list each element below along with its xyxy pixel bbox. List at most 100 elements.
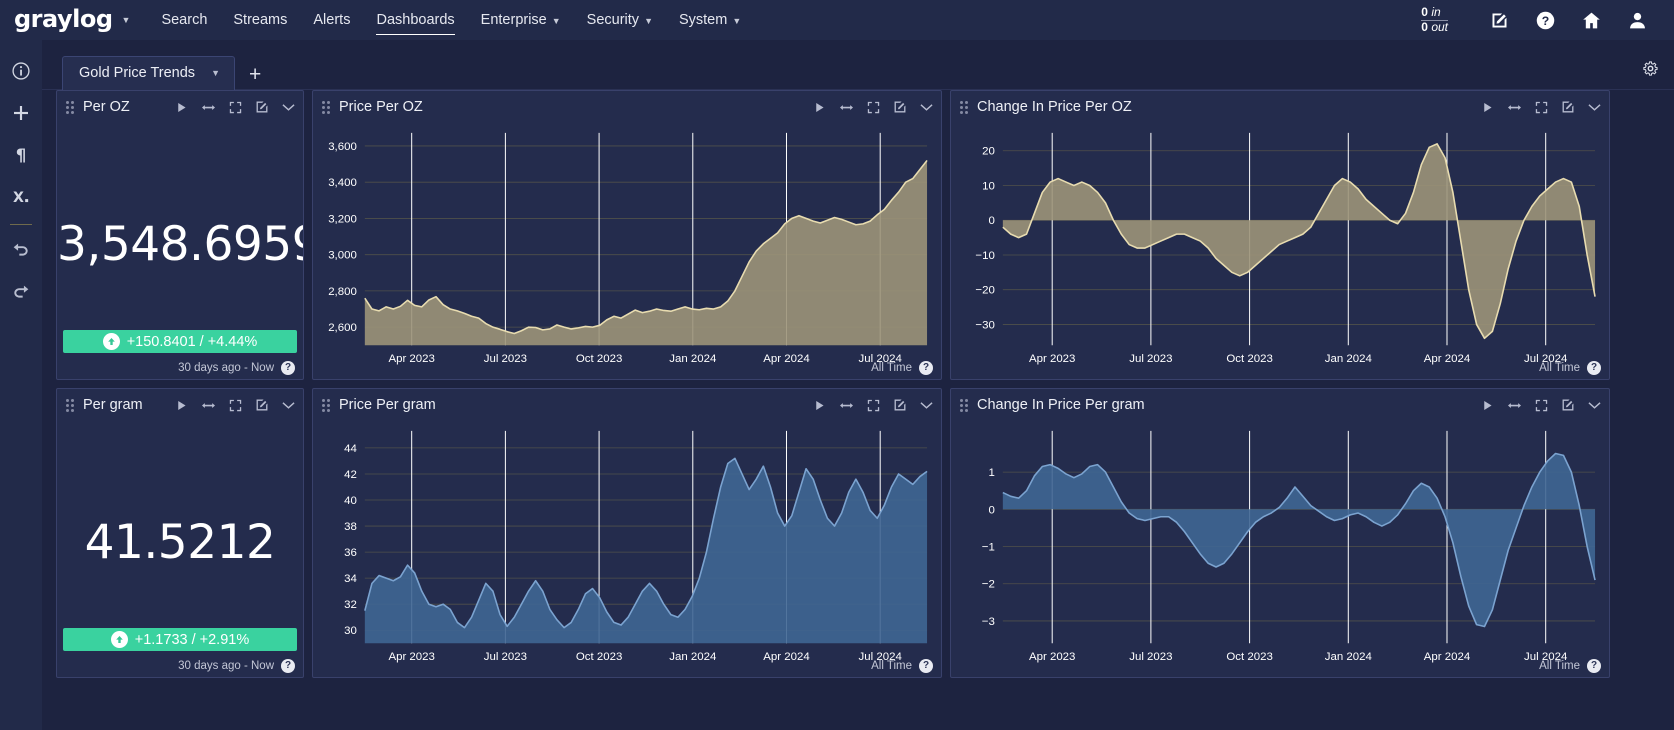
fullscreen-icon[interactable] bbox=[229, 399, 242, 412]
nav-item-search[interactable]: Search bbox=[148, 2, 220, 38]
widget-actions bbox=[813, 100, 933, 114]
edit-icon[interactable] bbox=[1561, 100, 1575, 114]
help-icon[interactable]: ? bbox=[281, 361, 295, 375]
info-icon[interactable] bbox=[0, 50, 42, 92]
widget-actions bbox=[1481, 398, 1601, 412]
widget-footer: All Time ? bbox=[1539, 659, 1601, 673]
edit-icon[interactable] bbox=[893, 100, 907, 114]
play-icon[interactable] bbox=[1481, 399, 1494, 412]
drag-handle-icon[interactable] bbox=[322, 100, 330, 114]
area-chart-price-per-gram[interactable]: 30 32 34 36 38 40 42 44 Apr 2023 Jul 2023 Oct 2023… bbox=[313, 421, 941, 677]
chevron-down-icon[interactable]: ▼ bbox=[122, 15, 131, 25]
chart-body: 30 32 34 36 38 40 42 44 Apr 2023 Jul 2023 Oct 2023… bbox=[313, 421, 941, 677]
help-icon[interactable]: ? bbox=[919, 361, 933, 375]
edit-icon[interactable] bbox=[255, 398, 269, 412]
fullscreen-icon[interactable] bbox=[867, 399, 880, 412]
drag-handle-icon[interactable] bbox=[66, 100, 74, 114]
edit-icon[interactable] bbox=[1561, 398, 1575, 412]
user-icon[interactable] bbox=[1614, 0, 1660, 40]
resize-horizontal-icon[interactable] bbox=[201, 101, 216, 114]
fullscreen-icon[interactable] bbox=[1535, 101, 1548, 114]
help-icon[interactable]: ? bbox=[1522, 0, 1568, 40]
svg-text:−3: −3 bbox=[982, 616, 995, 628]
x-subscript-icon[interactable]: X bbox=[0, 176, 42, 218]
svg-text:20: 20 bbox=[982, 146, 995, 158]
svg-text:Apr 2024: Apr 2024 bbox=[763, 651, 810, 663]
chevron-down-icon[interactable] bbox=[1588, 401, 1601, 410]
svg-text:38: 38 bbox=[344, 521, 357, 533]
play-icon[interactable] bbox=[813, 101, 826, 114]
nav-item-security[interactable]: Security ▼ bbox=[574, 2, 666, 38]
svg-text:36: 36 bbox=[344, 547, 357, 559]
nav-label: Alerts bbox=[313, 12, 351, 28]
resize-horizontal-icon[interactable] bbox=[1507, 101, 1522, 114]
dashboard-tabbar: Gold Price Trends ▼ + bbox=[42, 40, 1674, 90]
nav-label: Search bbox=[161, 12, 208, 28]
svg-text:10: 10 bbox=[982, 181, 995, 193]
area-chart-change-in-price-per-oz[interactable]: −30 −20 −10 0 10 20 Apr 2023 Jul 2023 Oct 2023 Ja… bbox=[951, 123, 1609, 379]
drag-handle-icon[interactable] bbox=[960, 100, 968, 114]
play-icon[interactable] bbox=[1481, 101, 1494, 114]
play-icon[interactable] bbox=[813, 399, 826, 412]
add-icon[interactable] bbox=[0, 92, 42, 134]
drag-handle-icon[interactable] bbox=[66, 398, 74, 412]
chevron-down-icon[interactable]: ▼ bbox=[211, 68, 220, 78]
resize-horizontal-icon[interactable] bbox=[1507, 399, 1522, 412]
timerange-label: All Time bbox=[871, 660, 912, 672]
help-icon[interactable]: ? bbox=[919, 659, 933, 673]
redo-icon[interactable] bbox=[0, 271, 42, 313]
throughput-indicator[interactable]: 0 in 0 out bbox=[1421, 4, 1448, 35]
drag-handle-icon[interactable] bbox=[960, 398, 968, 412]
chevron-down-icon[interactable] bbox=[282, 103, 295, 112]
nav-item-enterprise[interactable]: Enterprise ▼ bbox=[468, 2, 574, 38]
drag-handle-icon[interactable] bbox=[322, 398, 330, 412]
trend-badge: +150.8401 / +4.44% bbox=[63, 330, 297, 353]
fullscreen-icon[interactable] bbox=[867, 101, 880, 114]
edit-icon[interactable] bbox=[1476, 0, 1522, 40]
widget-price-per-gram: Price Per gram 30 32 34 36 38 40 42 44 Apr 2023 J… bbox=[312, 388, 942, 678]
chevron-down-icon[interactable] bbox=[282, 401, 295, 410]
play-icon[interactable] bbox=[175, 101, 188, 114]
dashboard-grid: Per OZ 3,548.6959 +150.8401 / +4.44% 30 … bbox=[56, 90, 1666, 682]
edit-icon[interactable] bbox=[255, 100, 269, 114]
pilcrow-icon[interactable]: ¶ bbox=[0, 134, 42, 176]
undo-icon[interactable] bbox=[0, 229, 42, 271]
svg-text:Jul 2023: Jul 2023 bbox=[484, 353, 527, 365]
widget-footer: All Time ? bbox=[871, 361, 933, 375]
nav-item-dashboards[interactable]: Dashboards bbox=[363, 2, 467, 38]
svg-text:−2: −2 bbox=[982, 579, 995, 591]
svg-text:Jul 2023: Jul 2023 bbox=[1129, 651, 1172, 663]
help-icon[interactable]: ? bbox=[281, 659, 295, 673]
add-tab-button[interactable]: + bbox=[235, 64, 275, 89]
chevron-down-icon[interactable] bbox=[920, 401, 933, 410]
area-chart-price-per-oz[interactable]: 2,600 2,800 3,000 3,200 3,400 3,600 Apr 2023 Ju… bbox=[313, 123, 941, 379]
gear-icon[interactable] bbox=[1641, 59, 1660, 83]
widget-footer: All Time ? bbox=[871, 659, 933, 673]
fullscreen-icon[interactable] bbox=[229, 101, 242, 114]
svg-text:Apr 2024: Apr 2024 bbox=[763, 353, 810, 365]
chevron-down-icon[interactable] bbox=[920, 103, 933, 112]
widget-header: Change In Price Per OZ bbox=[951, 91, 1609, 123]
tab-gold-price-trends[interactable]: Gold Price Trends ▼ bbox=[62, 56, 235, 90]
play-icon[interactable] bbox=[175, 399, 188, 412]
home-icon[interactable] bbox=[1568, 0, 1614, 40]
svg-text:Jul 2023: Jul 2023 bbox=[1129, 353, 1172, 365]
nav-item-alerts[interactable]: Alerts bbox=[300, 2, 363, 38]
resize-horizontal-icon[interactable] bbox=[201, 399, 216, 412]
throughput-in-label: in bbox=[1431, 4, 1441, 19]
widget-footer: All Time ? bbox=[1539, 361, 1601, 375]
help-icon[interactable]: ? bbox=[1587, 361, 1601, 375]
edit-icon[interactable] bbox=[893, 398, 907, 412]
svg-text:Jan 2024: Jan 2024 bbox=[669, 353, 717, 365]
fullscreen-icon[interactable] bbox=[1535, 399, 1548, 412]
svg-text:Oct 2023: Oct 2023 bbox=[1226, 353, 1272, 365]
svg-text:0: 0 bbox=[988, 215, 994, 227]
nav-item-system[interactable]: System ▼ bbox=[666, 2, 754, 38]
nav-item-streams[interactable]: Streams bbox=[220, 2, 300, 38]
help-icon[interactable]: ? bbox=[1587, 659, 1601, 673]
resize-horizontal-icon[interactable] bbox=[839, 399, 854, 412]
area-chart-change-in-price-per-gram[interactable]: −3 −2 −1 0 1 Apr 2023 Jul 2023 Oct 2023 Jan 2024… bbox=[951, 421, 1609, 677]
brand-logo-group[interactable]: graylog ▼ bbox=[0, 7, 136, 32]
resize-horizontal-icon[interactable] bbox=[839, 101, 854, 114]
chevron-down-icon[interactable] bbox=[1588, 103, 1601, 112]
